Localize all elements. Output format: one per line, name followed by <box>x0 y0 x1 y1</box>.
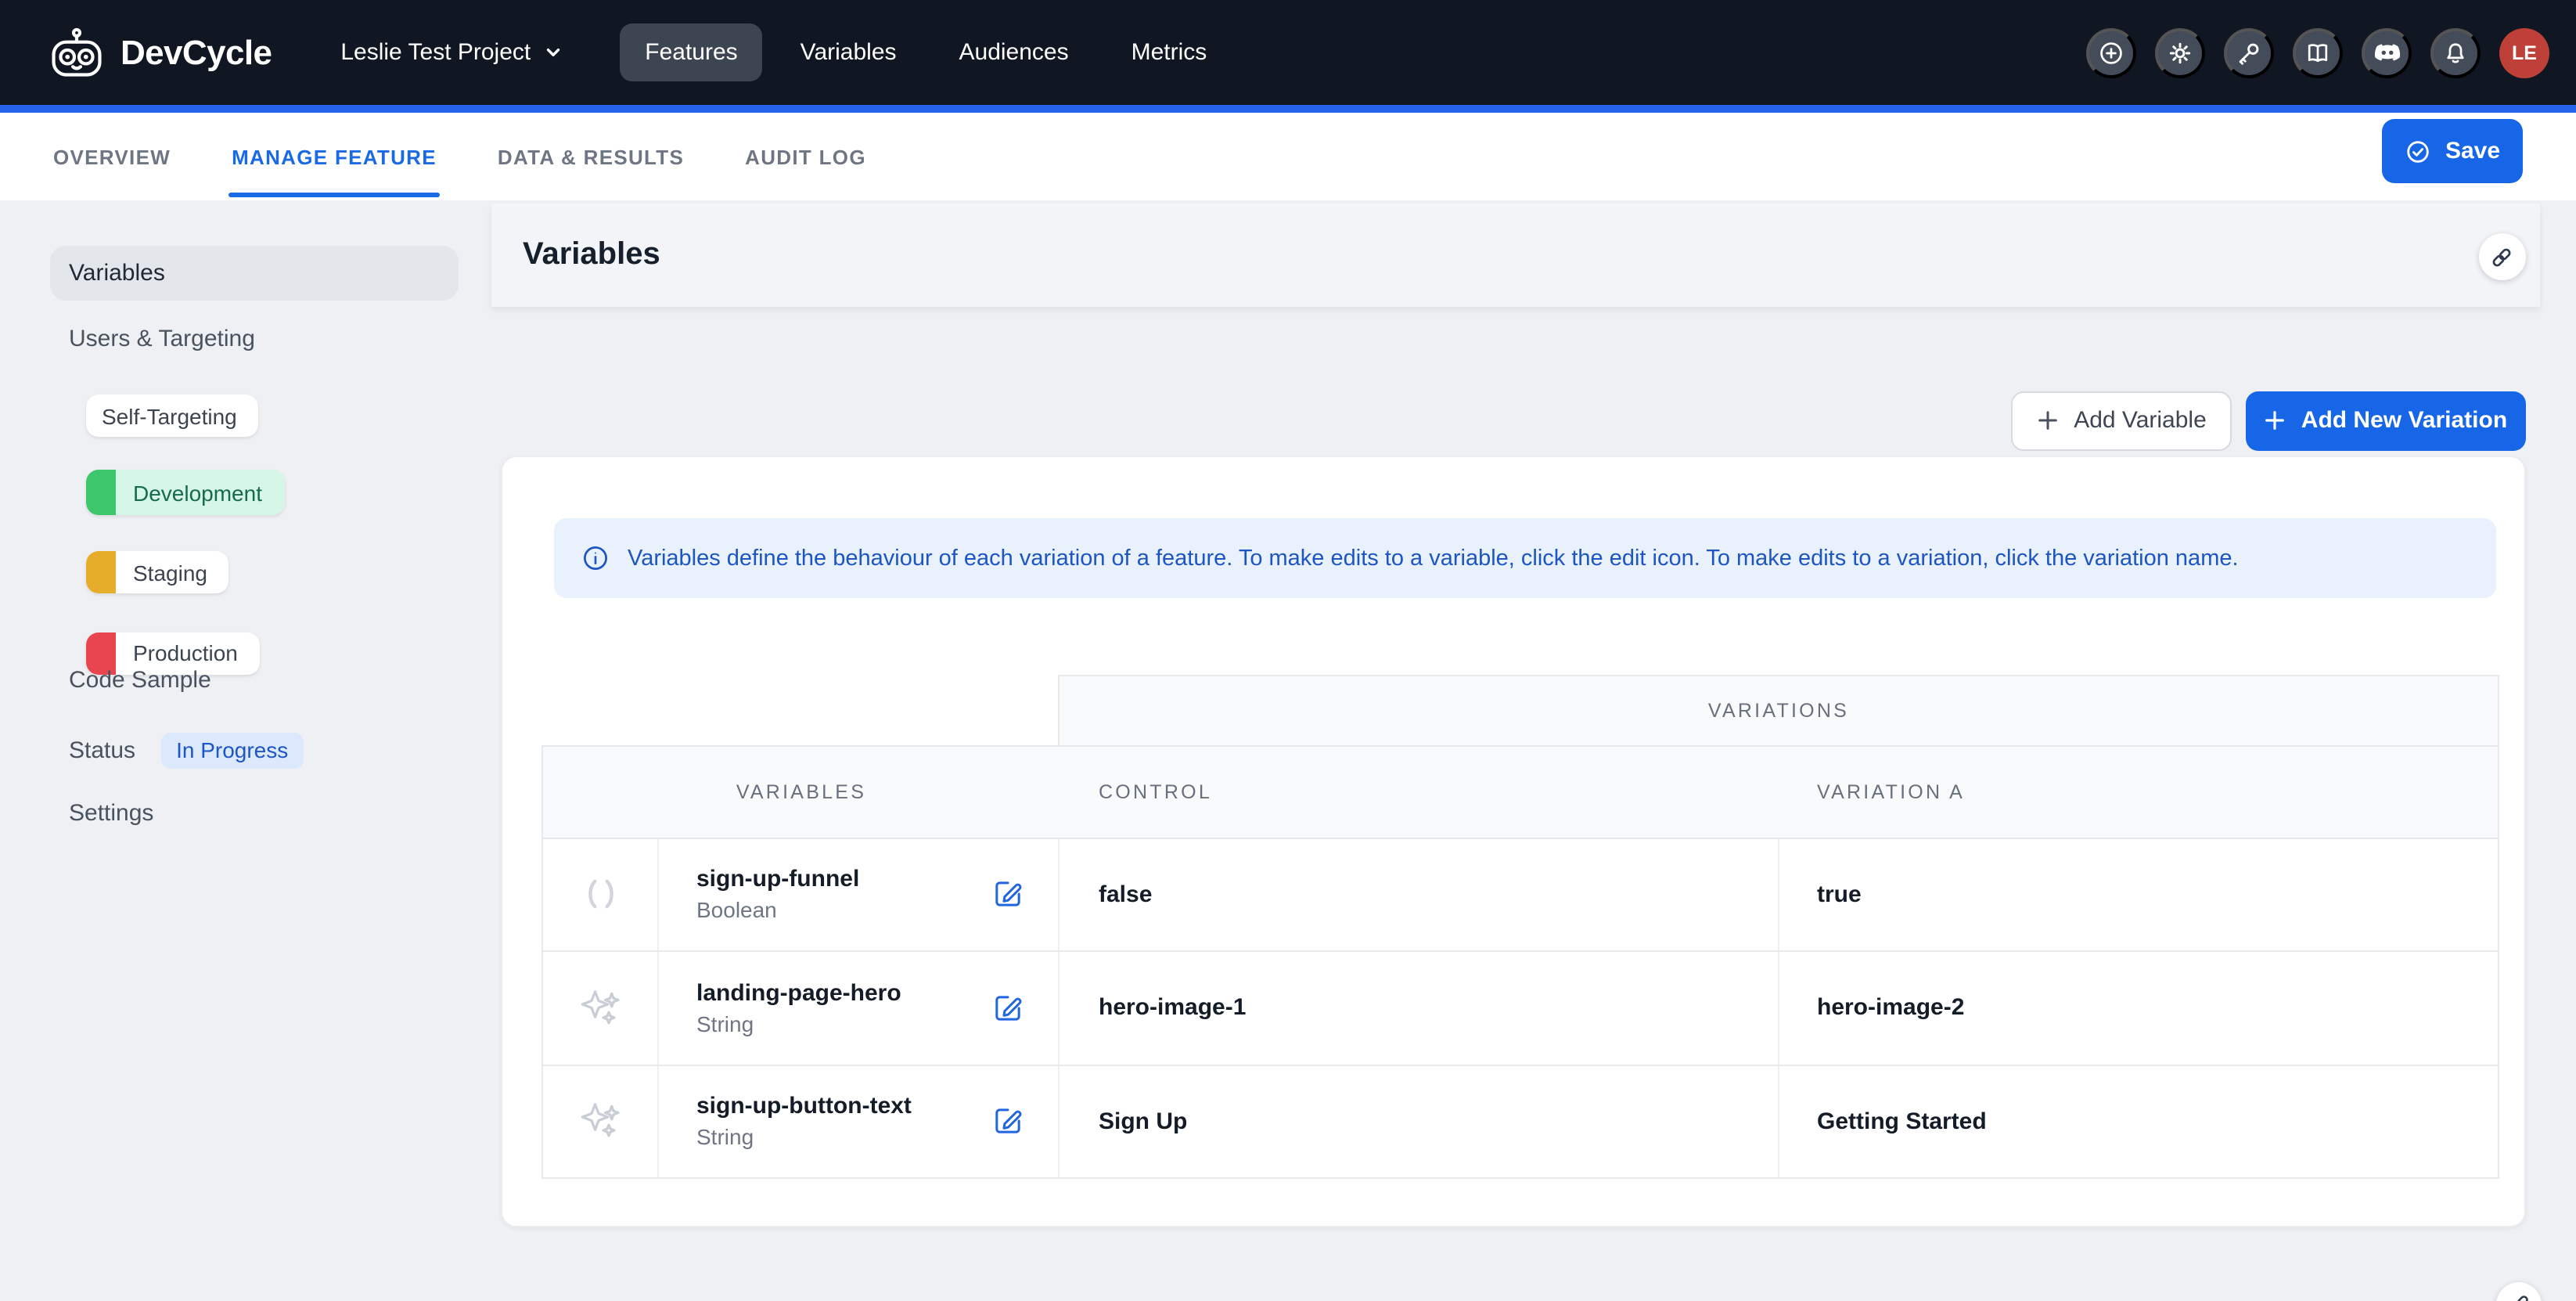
env-color-bar <box>86 551 116 593</box>
section-link-button[interactable] <box>2478 233 2525 280</box>
variable-name-cell: landing-page-hero String <box>659 952 1060 1064</box>
nav-item-features[interactable]: Features <box>620 23 762 81</box>
robot-logo-icon <box>47 27 106 78</box>
sidebar-env-development[interactable]: Development <box>86 470 284 515</box>
tab-overview[interactable]: OVERVIEW <box>53 113 171 200</box>
content-area: Variables Users & Targeting Self-Targeti… <box>0 200 2576 1301</box>
env-label: Development <box>116 480 284 505</box>
status-label: Status <box>69 737 135 764</box>
info-banner: Variables define the behaviour of each v… <box>554 518 2496 598</box>
tab-manage-feature[interactable]: MANAGE FEATURE <box>232 113 437 200</box>
avatar[interactable]: LE <box>2499 27 2549 77</box>
control-value-cell[interactable]: Sign Up <box>1060 1065 1779 1177</box>
app-root: DevCycle Leslie Test Project Features Va… <box>0 0 2576 1301</box>
chevron-down-icon <box>543 42 563 63</box>
column-header-variation-a: VARIATION A <box>1817 780 1965 802</box>
boolean-icon <box>543 838 659 950</box>
top-nav: DevCycle Leslie Test Project Features Va… <box>0 0 2576 105</box>
table-row: sign-up-button-text String Sign Up Gett <box>541 1065 2499 1179</box>
link-icon <box>2506 1292 2531 1301</box>
info-banner-text: Variables define the behaviour of each v… <box>628 546 2239 571</box>
save-button-label: Save <box>2445 138 2500 164</box>
table-rows: sign-up-funnel Boolean false true <box>541 838 2499 1179</box>
table-row: landing-page-hero String hero-image-1 h <box>541 952 2499 1065</box>
save-button[interactable]: Save <box>2382 119 2523 183</box>
edit-variable-button[interactable] <box>992 1106 1024 1137</box>
variable-name-cell: sign-up-funnel Boolean <box>659 838 1060 950</box>
sidebar-status-row: Status In Progress <box>69 733 304 769</box>
primary-nav: Features Variables Audiences Metrics <box>620 23 1232 81</box>
nav-utility-icons: LE <box>2086 27 2549 77</box>
discord-icon[interactable] <box>2362 27 2412 77</box>
progress-bar <box>0 105 2576 113</box>
sidebar-item-variables[interactable]: Variables <box>50 245 459 301</box>
key-icon[interactable] <box>2224 27 2274 77</box>
column-header-control: CONTROL <box>1099 780 1212 802</box>
env-label: Staging <box>116 560 229 585</box>
feature-tabbar: OVERVIEW MANAGE FEATURE DATA & RESULTS A… <box>0 113 2576 200</box>
docs-book-icon[interactable] <box>2293 27 2343 77</box>
column-header-variables: VARIABLES <box>543 780 1060 802</box>
variation-a-value-cell[interactable]: hero-image-2 <box>1779 952 2501 1064</box>
variable-name-cell: sign-up-button-text String <box>659 1065 1060 1177</box>
nav-item-metrics[interactable]: Metrics <box>1106 23 1232 81</box>
bell-icon[interactable] <box>2430 27 2481 77</box>
variables-table: VARIATIONS VARIABLES CONTROL VARIATION A <box>541 675 2499 1180</box>
tab-data-results[interactable]: DATA & RESULTS <box>498 113 684 200</box>
control-value-cell[interactable]: false <box>1060 838 1779 950</box>
plus-icon <box>2036 409 2060 432</box>
env-label: Self-Targeting <box>86 403 259 428</box>
next-section-link-button[interactable] <box>2496 1281 2542 1301</box>
table-row: sign-up-funnel Boolean false true <box>541 838 2499 952</box>
variation-a-value: Getting Started <box>1817 1108 1987 1135</box>
variation-a-value-cell[interactable]: Getting Started <box>1779 1065 2501 1177</box>
project-selector[interactable]: Leslie Test Project <box>340 39 563 66</box>
add-new-variation-button[interactable]: Add New Variation <box>2246 391 2525 450</box>
add-circle-icon[interactable] <box>2086 27 2136 77</box>
control-value: hero-image-1 <box>1099 995 1246 1022</box>
devcycle-logo[interactable]: DevCycle <box>47 27 272 78</box>
control-value-cell[interactable]: hero-image-1 <box>1060 952 1779 1064</box>
variation-a-value-cell[interactable]: true <box>1779 838 2501 950</box>
sidebar-item-settings[interactable]: Settings <box>69 800 153 827</box>
tab-audit-log[interactable]: AUDIT LOG <box>745 113 866 200</box>
env-color-bar <box>86 470 116 515</box>
string-sparkles-icon <box>543 952 659 1064</box>
main-panel: Variables Add Variable Add New Variation <box>491 200 2539 1301</box>
plus-icon <box>2264 409 2287 432</box>
variations-header-label: VARIATIONS <box>1708 700 1849 722</box>
variation-a-value: true <box>1817 881 1862 908</box>
sidebar-env-staging[interactable]: Staging <box>86 551 229 593</box>
nav-item-audiences[interactable]: Audiences <box>934 23 1094 81</box>
page-title: Variables <box>523 237 660 273</box>
status-badge[interactable]: In Progress <box>160 733 304 769</box>
add-new-variation-label: Add New Variation <box>2301 407 2507 434</box>
nav-item-variables[interactable]: Variables <box>775 23 922 81</box>
env-label: Production <box>116 640 260 665</box>
variations-group-header: VARIATIONS <box>1058 675 2499 744</box>
sidebar-item-code-sample[interactable]: Code Sample <box>69 667 211 694</box>
table-column-header-row: VARIABLES CONTROL VARIATION A <box>541 744 2499 838</box>
info-icon <box>581 543 610 573</box>
control-value: Sign Up <box>1099 1108 1187 1135</box>
edit-variable-button[interactable] <box>992 993 1024 1024</box>
link-icon <box>2488 243 2515 270</box>
add-variable-button[interactable]: Add Variable <box>2011 391 2232 450</box>
control-value: false <box>1099 881 1152 908</box>
feature-sidebar: Variables Users & Targeting Self-Targeti… <box>0 200 491 1301</box>
project-selector-label: Leslie Test Project <box>340 39 531 66</box>
gear-icon[interactable] <box>2155 27 2205 77</box>
variables-card: Variables define the behaviour of each v… <box>501 456 2526 1227</box>
edit-variable-button[interactable] <box>992 879 1024 910</box>
sidebar-item-users-targeting[interactable]: Users & Targeting <box>69 325 255 351</box>
section-header: Variables <box>491 204 2539 306</box>
brand-wordmark: DevCycle <box>121 32 272 73</box>
string-sparkles-icon <box>543 1065 659 1177</box>
sidebar-env-self-targeting[interactable]: Self-Targeting <box>86 395 259 437</box>
add-variable-label: Add Variable <box>2074 407 2207 434</box>
check-circle-icon <box>2405 137 2433 165</box>
variation-a-value: hero-image-2 <box>1817 995 1964 1022</box>
